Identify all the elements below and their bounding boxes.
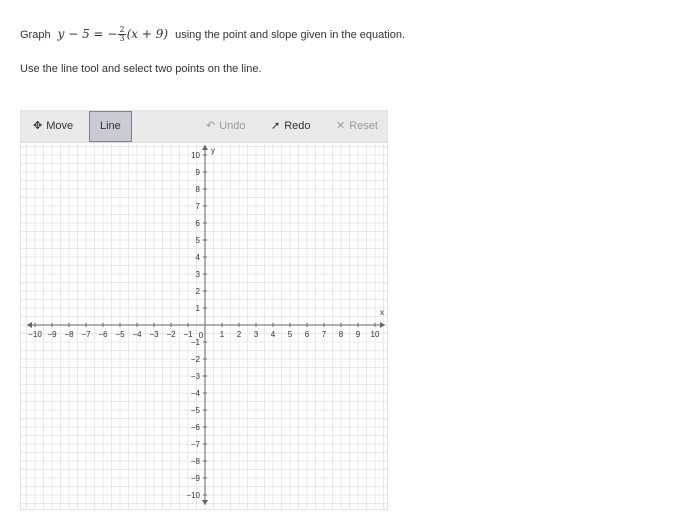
y-tick-label: −8 (191, 457, 201, 466)
y-tick-label: 8 (196, 185, 201, 194)
redo-button[interactable]: ➚ Redo (271, 111, 311, 142)
move-button[interactable]: ✥ Move (33, 111, 73, 142)
y-tick-label: −6 (191, 423, 201, 432)
y-tick-label: 1 (196, 304, 201, 313)
origin-label: 0 (199, 331, 204, 340)
x-tick-label: −5 (115, 330, 125, 339)
undo-button[interactable]: ↶ Undo (206, 111, 246, 142)
instruction-text: Use the line tool and select two points … (20, 63, 262, 75)
reset-label: Reset (349, 120, 378, 132)
equation-fraction: 23 (118, 26, 126, 43)
graphing-tool: ✥ Move Line ↶ Undo ➚ Redo ✕ Reset −10 −9 −8 −7−… (20, 110, 388, 510)
equation-lhs: y − 5 = − (57, 27, 118, 41)
reset-icon: ✕ (336, 120, 346, 132)
y-tick-label: 10 (191, 151, 200, 160)
equation-rhs: (x + 9) (126, 27, 169, 41)
line-label: Line (100, 120, 121, 132)
y-axis-arrow-up (202, 145, 208, 150)
y-tick-label: −2 (191, 355, 201, 364)
y-tick-label: 6 (196, 219, 201, 228)
y-tick-label: 7 (196, 202, 201, 211)
y-tick-label: −9 (191, 474, 201, 483)
x-tick-label: 10 (371, 330, 380, 339)
x-tick-label: −8 (64, 330, 74, 339)
redo-label: Redo (284, 120, 311, 132)
prompt-suffix: using the point and slope given in the e… (175, 29, 406, 41)
graph-toolbar: ✥ Move Line ↶ Undo ➚ Redo ✕ Reset (21, 111, 387, 143)
x-tick-label: −9 (47, 330, 57, 339)
x-tick-label: −2 (166, 330, 176, 339)
question-prompt: Graph y − 5 = −2 3 (x + 9) using the point… (20, 25, 405, 44)
y-tick-label: 9 (196, 168, 201, 177)
move-label: Move (46, 120, 74, 132)
x-tick-label: −6 (98, 330, 108, 339)
x-tick-label: 3 (254, 330, 259, 339)
y-tick-label: −7 (191, 440, 201, 449)
x-tick-label: −4 (132, 330, 142, 339)
reset-button[interactable]: ✕ Reset (336, 111, 378, 142)
x-tick-label: 6 (305, 330, 310, 339)
y-tick-label: −5 (191, 406, 201, 415)
y-tick-label: 2 (196, 287, 201, 296)
x-tick-label: −7 (81, 330, 91, 339)
x-tick-label: 7 (322, 330, 327, 339)
x-tick-label: −3 (149, 330, 159, 339)
y-tick-label: −3 (191, 372, 201, 381)
prompt-prefix: Graph (20, 29, 51, 41)
x-tick-label: 4 (271, 330, 276, 339)
coordinate-plane[interactable]: −10 −9 −8 −7 −6 −5 −4 −3 −2 −1 1 2 3 4 5 6 7 8 9 1010987654… (21, 142, 387, 509)
y-tick-label: −4 (191, 389, 201, 398)
axes (27, 145, 385, 505)
y-tick-label: 3 (196, 270, 201, 279)
tick-labels: −10 −9 −8 −7 −6 −5 −4 −3 −2 −1 1 2 3 4 5 6 7 8 9 1010987654… (28, 146, 384, 500)
y-tick-label: 5 (196, 236, 201, 245)
undo-icon: ↶ (206, 120, 216, 132)
x-axis-label: x (380, 308, 384, 317)
x-axis-arrow-right (380, 322, 385, 328)
move-icon: ✥ (33, 120, 43, 132)
fraction-denominator: 3 (119, 34, 125, 43)
x-tick-label: 5 (288, 330, 293, 339)
x-tick-label: 8 (339, 330, 344, 339)
x-axis-arrow-left (27, 322, 32, 328)
y-axis-arrow-down (202, 500, 208, 505)
x-tick-label: 2 (237, 330, 242, 339)
undo-label: Undo (219, 120, 246, 132)
x-tick-label: 1 (220, 330, 225, 339)
y-tick-label: −10 (186, 491, 200, 500)
redo-icon: ➚ (271, 120, 281, 132)
x-tick-label: 9 (356, 330, 361, 339)
line-button[interactable]: Line (89, 111, 132, 142)
equation: y − 5 = −2 3 (x + 9) (57, 26, 169, 43)
y-tick-label: 4 (196, 253, 201, 262)
x-tick-label: −10 (28, 330, 42, 339)
y-axis-label: y (211, 146, 215, 155)
